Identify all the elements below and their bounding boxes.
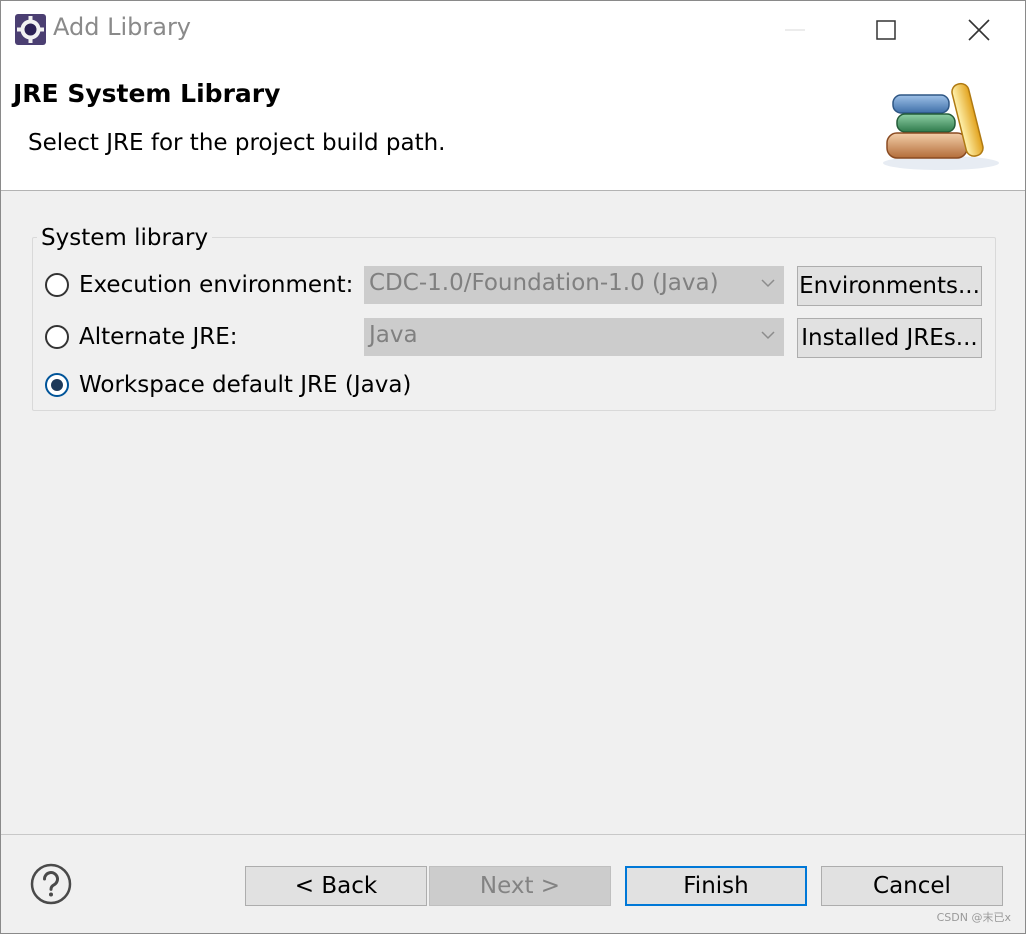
close-icon: [968, 19, 990, 41]
cancel-button[interactable]: Cancel: [821, 866, 1003, 906]
library-books-icon: [879, 73, 1003, 173]
execution-environment-radio[interactable]: [45, 273, 69, 297]
minimize-button[interactable]: [772, 7, 818, 53]
help-icon: [30, 863, 72, 905]
help-button[interactable]: [30, 863, 72, 905]
alternate-jre-option[interactable]: Alternate JRE:: [45, 322, 238, 352]
back-button[interactable]: < Back: [245, 866, 427, 906]
maximize-button[interactable]: [863, 7, 909, 53]
wizard-banner: JRE System Library Select JRE for the pr…: [1, 59, 1025, 191]
banner-message: Select JRE for the project build path.: [28, 130, 446, 156]
workspace-default-jre-radio[interactable]: [45, 373, 69, 397]
chevron-down-icon: [761, 331, 775, 340]
footer-separator: [1, 834, 1025, 835]
alternate-jre-combo[interactable]: Java: [364, 318, 784, 356]
workspace-default-jre-label[interactable]: Workspace default JRE (Java): [79, 372, 411, 398]
installed-jres-button[interactable]: Installed JREs...: [797, 318, 982, 358]
window-title: Add Library: [53, 13, 192, 41]
execution-environment-value: CDC-1.0/Foundation-1.0 (Java): [369, 270, 719, 296]
eclipse-gear-icon: [14, 13, 47, 46]
banner-title: JRE System Library: [13, 79, 281, 108]
watermark-text: CSDN @末已x: [936, 911, 1011, 924]
execution-environment-combo[interactable]: CDC-1.0/Foundation-1.0 (Java): [364, 266, 784, 304]
title-bar[interactable]: Add Library: [1, 1, 1025, 59]
execution-environment-option[interactable]: Execution environment:: [45, 270, 353, 300]
execution-environment-label[interactable]: Execution environment:: [79, 272, 353, 298]
finish-button[interactable]: Finish: [625, 866, 807, 906]
chevron-down-icon: [761, 279, 775, 288]
alternate-jre-value: Java: [369, 322, 418, 348]
minimize-icon: [785, 29, 805, 31]
environments-button[interactable]: Environments...: [797, 266, 982, 306]
workspace-default-jre-option[interactable]: Workspace default JRE (Java): [45, 370, 411, 400]
next-button[interactable]: Next >: [429, 866, 611, 906]
alternate-jre-label[interactable]: Alternate JRE:: [79, 324, 238, 350]
close-button[interactable]: [956, 7, 1002, 53]
add-library-dialog: Add Library JRE System Library Select JR…: [0, 0, 1026, 934]
alternate-jre-radio[interactable]: [45, 325, 69, 349]
maximize-icon: [876, 20, 896, 40]
group-label: System library: [37, 225, 213, 251]
